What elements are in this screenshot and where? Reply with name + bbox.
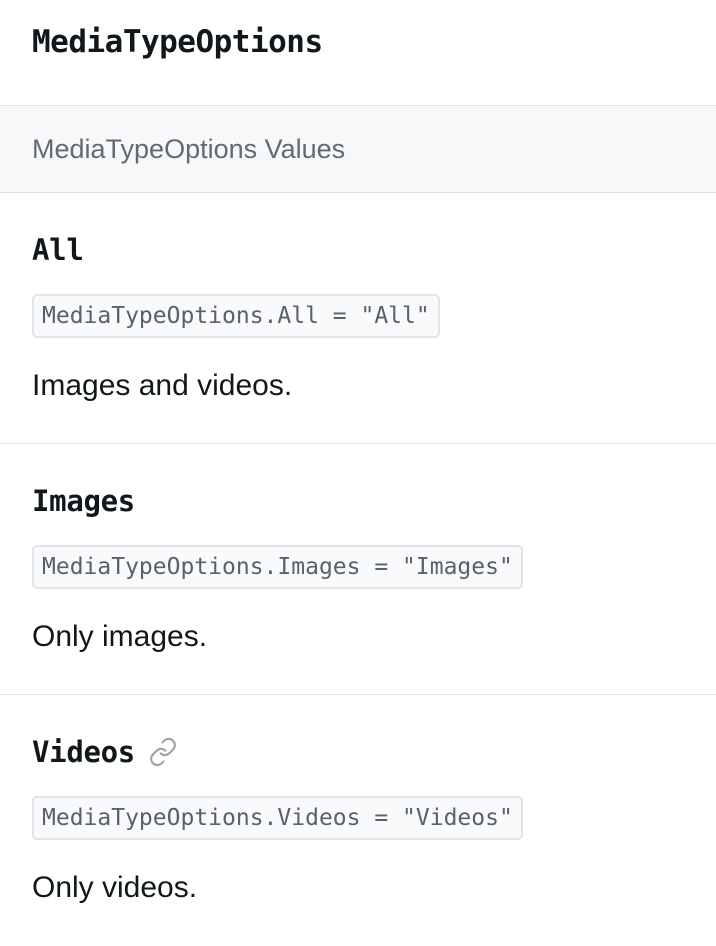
entries-list: All MediaTypeOptions.All = "All" Images … (0, 193, 716, 946)
code-chip: MediaTypeOptions.All = "All" (32, 294, 440, 338)
page-title-container: MediaTypeOptions (0, 0, 716, 106)
section-header: MediaTypeOptions Values (0, 106, 716, 193)
entry-name-row: Images (32, 484, 135, 518)
page-title: MediaTypeOptions (32, 24, 323, 60)
entry-name-row: Videos (32, 735, 179, 769)
section-header-label: MediaTypeOptions Values (32, 133, 346, 164)
entry-description: Images and videos. (32, 369, 293, 402)
code-chip: MediaTypeOptions.Videos = "Videos" (32, 796, 523, 840)
entry-name: All (32, 233, 84, 267)
link-icon[interactable] (147, 736, 179, 768)
entry-description: Only images. (32, 620, 208, 653)
entry-name: Videos (32, 735, 135, 769)
entry-videos: Videos MediaTypeOptions.Videos = "Videos… (0, 695, 716, 946)
entry-description: Only videos. (32, 871, 198, 904)
entry-name-row: All (32, 233, 84, 267)
entry-all: All MediaTypeOptions.All = "All" Images … (0, 193, 716, 444)
entry-name: Images (32, 484, 135, 518)
code-chip: MediaTypeOptions.Images = "Images" (32, 545, 523, 589)
entry-images: Images MediaTypeOptions.Images = "Images… (0, 444, 716, 695)
